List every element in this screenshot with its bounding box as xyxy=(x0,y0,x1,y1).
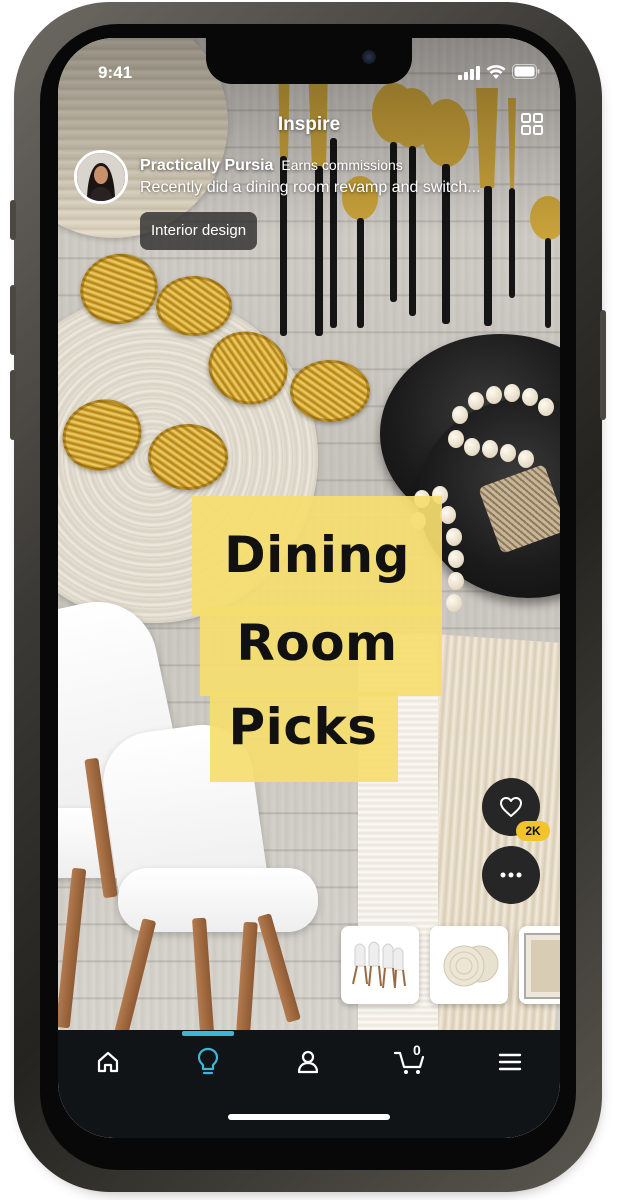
title-line-2: Room xyxy=(236,614,398,672)
product-thumbnail-runner[interactable] xyxy=(519,926,560,1004)
category-tag[interactable]: Interior design xyxy=(140,212,258,250)
avatar[interactable] xyxy=(74,150,128,204)
person-icon xyxy=(297,1050,319,1074)
nav-menu[interactable] xyxy=(480,1030,540,1094)
home-indicator[interactable] xyxy=(228,1114,390,1120)
active-tab-indicator xyxy=(182,1031,234,1036)
author-name[interactable]: Practically Pursia Earns commissions xyxy=(140,157,403,175)
nav-inspire[interactable] xyxy=(178,1030,238,1094)
runner-product-image xyxy=(524,933,560,999)
menu-icon xyxy=(498,1053,522,1071)
more-options-button[interactable] xyxy=(482,846,540,904)
home-icon xyxy=(97,1051,119,1073)
avatar-photo xyxy=(77,153,125,201)
chairs-product-image xyxy=(352,941,406,989)
title-line-1: Dining xyxy=(224,526,410,584)
signal-icon xyxy=(458,66,480,80)
more-icon xyxy=(500,872,522,878)
status-time: 9:41 xyxy=(98,63,133,82)
volume-down-button xyxy=(10,370,16,440)
cart-count: 0 xyxy=(413,1042,421,1058)
commission-label: Earns commissions xyxy=(281,157,403,173)
title-card: Dining Room Picks xyxy=(192,496,442,786)
status-bar: 9:41 xyxy=(58,38,560,98)
post-caption[interactable]: Recently did a dining room revamp and sw… xyxy=(140,179,550,197)
napkin-ring-image xyxy=(156,276,232,336)
wifi-icon xyxy=(486,65,506,79)
cart-icon xyxy=(393,1051,425,1074)
mute-switch xyxy=(10,200,16,240)
likes-count-badge: 2K xyxy=(516,821,550,841)
napkin-ring-image xyxy=(148,424,228,490)
product-thumbnail-placemats[interactable] xyxy=(430,926,508,1004)
screen: Dining Room Picks 9:41 Inspire Practical… xyxy=(58,38,560,1138)
nav-home[interactable] xyxy=(78,1030,138,1094)
placemats-product-image xyxy=(443,945,499,987)
product-thumbnail-chairs[interactable] xyxy=(341,926,419,1004)
napkin-ring-image xyxy=(290,360,370,422)
power-button xyxy=(600,310,606,420)
grid-icon[interactable] xyxy=(520,112,544,136)
bottom-nav-bar: 0 xyxy=(58,1030,560,1138)
notch xyxy=(206,38,412,84)
volume-up-button xyxy=(10,285,16,355)
nav-cart[interactable]: 0 xyxy=(380,1030,440,1094)
heart-icon xyxy=(500,797,522,817)
author-name-text[interactable]: Practically Pursia xyxy=(140,157,273,174)
nav-account[interactable] xyxy=(278,1030,338,1094)
page-title: Inspire xyxy=(277,114,341,135)
title-line-3: Picks xyxy=(228,698,378,756)
front-camera xyxy=(362,50,376,64)
lightbulb-icon xyxy=(197,1047,219,1075)
battery-icon xyxy=(512,64,540,79)
